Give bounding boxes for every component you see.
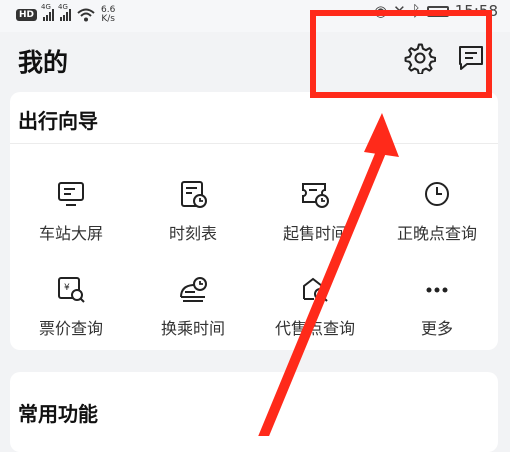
grid-item-label: 票价查询 — [38, 319, 103, 338]
grid-item-label: 起售时间 — [282, 224, 347, 243]
more-icon — [426, 287, 448, 293]
travel-guide-title: 出行向导 — [18, 109, 98, 133]
grid-item-transfer-time[interactable]: 换乘时间 — [132, 261, 254, 351]
grid-item-label: 正晚点查询 — [396, 224, 477, 243]
svg-text:¥: ¥ — [64, 283, 70, 293]
screen-icon — [58, 182, 84, 206]
train-time-icon — [180, 277, 207, 302]
clock-icon — [425, 182, 449, 206]
wifi-icon — [77, 8, 95, 22]
grid-item-fare-query[interactable]: ¥ 票价查询 — [10, 261, 132, 351]
signal-icon: 4G — [41, 3, 55, 21]
speed-unit: K/s — [101, 14, 115, 24]
status-left: HD 4G 4G 6.6 K/s — [16, 3, 115, 24]
grid-item-agency-query[interactable]: 代售点查询 — [254, 261, 376, 351]
sim2-label: 4G — [58, 3, 68, 11]
travel-guide-grid: 车站大屏 时刻表 起售时间 正晚点查询 ¥ 票价查询 换乘时间 代售点查询 更多 — [10, 146, 498, 346]
grid-item-more[interactable]: 更多 — [376, 261, 498, 351]
divider — [10, 143, 498, 144]
grid-item-delay-query[interactable]: 正晚点查询 — [376, 166, 498, 256]
agency-search-icon — [303, 277, 328, 302]
grid-item-label: 车站大屏 — [38, 224, 103, 243]
sim1-label: 4G — [41, 3, 51, 11]
grid-item-timetable[interactable]: 时刻表 — [132, 166, 254, 256]
fare-search-icon: ¥ — [58, 277, 85, 303]
ticket-time-icon — [302, 183, 329, 208]
page-title: 我的 — [18, 48, 69, 77]
grid-item-label: 代售点查询 — [274, 319, 355, 338]
common-functions-title: 常用功能 — [18, 402, 98, 426]
grid-item-station-screen[interactable]: 车站大屏 — [10, 166, 132, 256]
grid-item-label: 时刻表 — [168, 224, 217, 243]
signal-icon-2: 4G — [58, 3, 72, 21]
hd-badge: HD — [16, 9, 38, 21]
grid-item-label: 更多 — [420, 319, 453, 338]
grid-item-label: 换乘时间 — [160, 319, 225, 338]
timetable-icon — [181, 181, 207, 208]
annotation-highlight-box — [310, 10, 492, 98]
grid-item-sale-time[interactable]: 起售时间 — [254, 166, 376, 256]
network-speed: 6.6 K/s — [101, 6, 115, 24]
